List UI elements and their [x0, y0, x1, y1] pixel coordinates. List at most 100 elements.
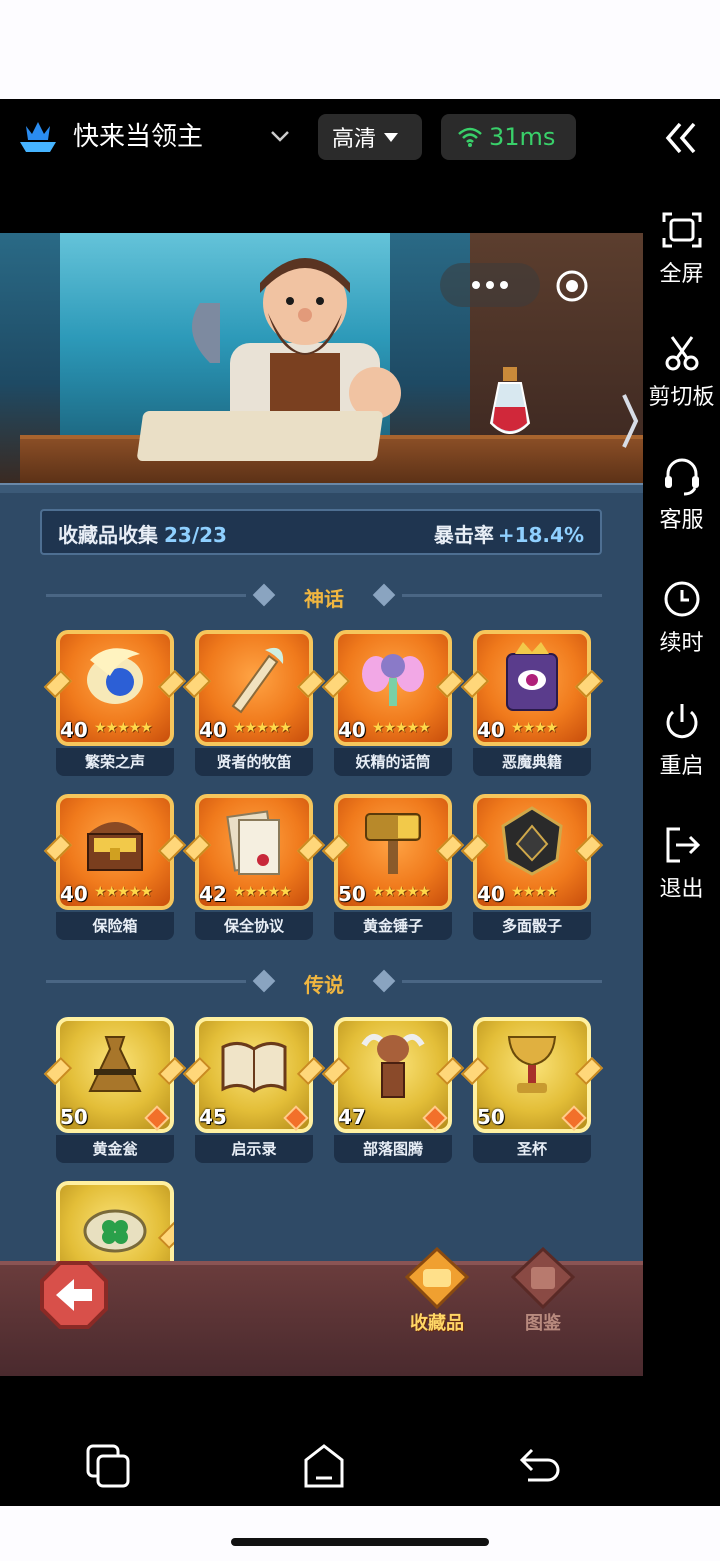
star-rating: ★★★★★ [94, 720, 153, 736]
item-name: 部落图腾 [334, 1135, 452, 1163]
quality-select-button[interactable]: 高清 [318, 114, 422, 160]
sidebar-item-support[interactable]: 客服 [643, 456, 720, 534]
collectible-card[interactable]: 40 ★★★★ 恶魔典籍 [460, 630, 604, 776]
open-book-icon [221, 1042, 287, 1093]
home-icon[interactable] [300, 1442, 348, 1490]
dice-icon [501, 806, 563, 876]
exit-icon [666, 827, 700, 863]
boat-logo-icon [20, 122, 56, 152]
panel-divider [0, 483, 643, 493]
item-name: 黄金瓮 [56, 1135, 174, 1163]
collectible-card[interactable]: 42 ★★★★★ 保全协议 [182, 794, 326, 940]
sidebar-item-clipboard[interactable]: 剪切板 [643, 333, 720, 411]
tab-guide[interactable]: 图鉴 [500, 1246, 586, 1337]
star-rating: ★★★★★ [372, 720, 431, 736]
dwarf-merchant-illustration [192, 258, 401, 433]
collectible-card[interactable] [56, 1181, 174, 1261]
dot [500, 281, 508, 289]
gesture-area [0, 1506, 720, 1561]
game-viewport[interactable]: 收藏品收集 23/23 暴击率 +18.4% 神话 40 ★★★★★ 繁荣之声 40 [0, 233, 643, 1376]
item-level: 42 [199, 882, 227, 906]
sidebar-item-label: 重启 [659, 754, 704, 779]
quality-label: 高清 [332, 127, 377, 152]
sidebar-item-label: 客服 [659, 508, 704, 533]
item-name: 黄金锤子 [334, 912, 452, 940]
flute-icon [231, 647, 284, 714]
headset-icon [664, 458, 699, 496]
collection-summary-bar: 收藏品收集 23/23 暴击率 +18.4% [40, 509, 602, 555]
recent-apps-icon[interactable] [84, 1442, 132, 1490]
contract-icon [226, 810, 280, 875]
item-level: 40 [60, 718, 88, 742]
item-level: 40 [338, 718, 366, 742]
star-rating: ★★★★ [511, 884, 558, 900]
collectible-card[interactable]: 47 部落图腾 [321, 1017, 465, 1163]
star-rating: ★★★★★ [233, 720, 292, 736]
item-level: 45 [199, 1105, 227, 1129]
collectible-card[interactable]: 50 黄金瓮 [43, 1017, 187, 1163]
collectible-card[interactable]: 50 ★★★★★ 黄金锤子 [321, 794, 465, 940]
network-ping-button[interactable]: 31ms [441, 114, 576, 160]
fullscreen-icon [662, 212, 701, 248]
wifi-icon [458, 127, 482, 147]
floating-menu-pill[interactable] [440, 263, 540, 307]
section-title: 传说 [304, 973, 344, 997]
clock-icon [664, 581, 699, 617]
collectible-card[interactable]: 40 ★★★★★ 保险箱 [43, 794, 187, 940]
tab-label: 收藏品 [410, 1313, 464, 1334]
item-name: 保全协议 [195, 912, 313, 940]
dot [472, 281, 480, 289]
star-rating: ★★★★★ [372, 884, 431, 900]
item-name: 恶魔典籍 [473, 748, 591, 776]
section-header-mythic: 神话 [46, 583, 602, 611]
sidebar-item-label: 续时 [659, 631, 704, 656]
scissors-icon [665, 336, 698, 371]
item-name: 启示录 [195, 1135, 313, 1163]
caret-down-icon [384, 132, 399, 142]
status-bar-area [0, 0, 720, 99]
star-rating: ★★★★★ [94, 884, 153, 900]
sidebar-item-restart[interactable]: 重启 [643, 702, 720, 780]
collapse-double-chevron-icon[interactable] [660, 118, 702, 158]
sidebar: 全屏 剪切板 客服 续时 重启 退出 [643, 177, 720, 1377]
golden-hammer-icon [365, 813, 421, 874]
banner-next-arrow-icon[interactable] [620, 391, 640, 451]
sidebar-item-extend-time[interactable]: 续时 [643, 579, 720, 657]
sidebar-item-fullscreen[interactable]: 全屏 [643, 210, 720, 288]
collectible-card[interactable]: 40 ★★★★★ 妖精的话筒 [321, 630, 465, 776]
collectible-card[interactable]: 45 启示录 [182, 1017, 326, 1163]
home-indicator[interactable] [231, 1538, 489, 1546]
sidebar-item-label: 退出 [659, 877, 704, 902]
collection-label: 收藏品收集 23/23 [58, 523, 227, 547]
tab-collectibles[interactable]: 收藏品 [394, 1246, 480, 1337]
crit-rate: 暴击率 +18.4% [433, 523, 584, 547]
dot [486, 281, 494, 289]
book-icon [510, 1246, 576, 1310]
item-level: 50 [338, 882, 366, 906]
item-name: 贤者的牧笛 [195, 748, 313, 776]
chevron-down-icon[interactable] [268, 124, 292, 148]
collectible-card[interactable]: 50 圣杯 [460, 1017, 604, 1163]
sidebar-item-exit[interactable]: 退出 [643, 825, 720, 903]
collectible-card[interactable]: 40 ★★★★★ 贤者的牧笛 [182, 630, 326, 776]
item-name: 妖精的话筒 [334, 748, 452, 776]
star-rating: ★★★★ [511, 720, 558, 736]
clover-amulet-icon [83, 1209, 147, 1253]
item-name: 繁荣之声 [56, 748, 174, 776]
item-name: 多面骰子 [473, 912, 591, 940]
sidebar-item-label: 剪切板 [648, 385, 715, 410]
item-level: 40 [477, 718, 505, 742]
collectible-card[interactable]: 40 ★★★★ 多面骰子 [460, 794, 604, 940]
section-title: 神话 [304, 587, 344, 611]
back-icon[interactable] [516, 1442, 564, 1490]
collectible-card[interactable]: 40 ★★★★★ 繁荣之声 [43, 630, 187, 776]
section-header-legend: 传说 [46, 969, 602, 997]
record-target-icon[interactable] [555, 269, 589, 303]
back-arrow-icon[interactable] [38, 1259, 110, 1331]
red-potion-icon [489, 367, 531, 434]
ping-label: 31ms [489, 123, 556, 151]
shop-banner-scene [0, 233, 643, 483]
golden-urn-icon [88, 1036, 142, 1092]
item-level: 40 [477, 882, 505, 906]
item-name: 保险箱 [56, 912, 174, 940]
